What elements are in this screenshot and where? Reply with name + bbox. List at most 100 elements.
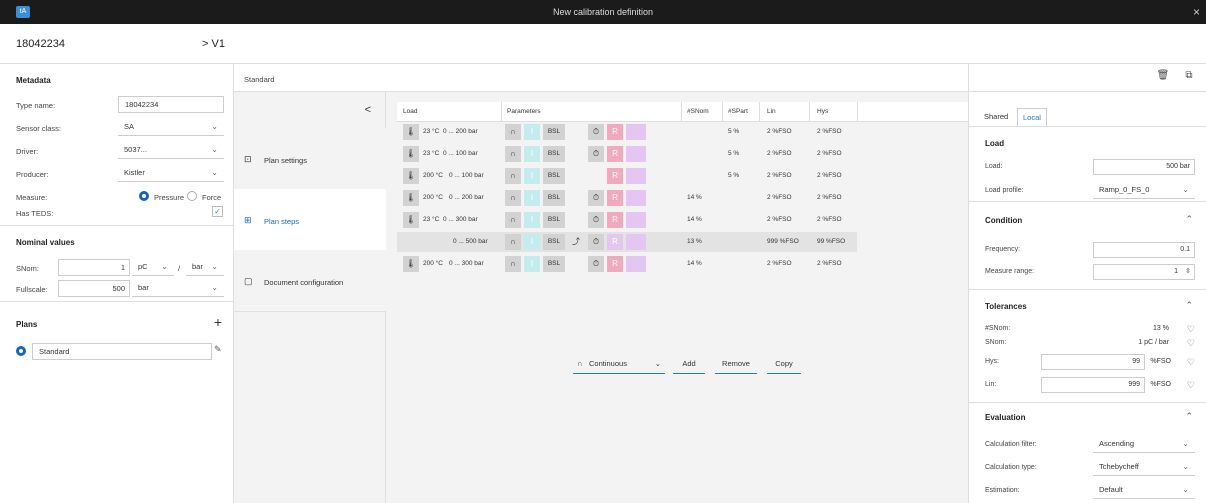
- heart-icon[interactable]: ♡: [1187, 324, 1195, 335]
- edit-pencil-icon[interactable]: ✎: [214, 344, 222, 355]
- r-tile[interactable]: R: [607, 256, 623, 272]
- bsl-tile[interactable]: BSL: [543, 146, 565, 162]
- producer-select[interactable]: Kistler ⌄: [118, 165, 224, 182]
- timer-icon[interactable]: ⏱: [588, 212, 604, 228]
- bsl-tile[interactable]: BSL: [543, 168, 565, 184]
- purple-tile[interactable]: [626, 212, 646, 228]
- i-tile[interactable]: I: [524, 212, 540, 228]
- sensor-class-select[interactable]: SA ⌄: [118, 119, 224, 136]
- fullscale-unit-select[interactable]: bar ⌄: [132, 280, 224, 297]
- version-link[interactable]: > V1: [202, 38, 225, 50]
- i-tile[interactable]: I: [524, 256, 540, 272]
- r-tile[interactable]: R: [607, 190, 623, 206]
- tab-shared[interactable]: Shared: [979, 108, 1013, 126]
- driver-select[interactable]: 5037... ⌄: [118, 142, 224, 159]
- purple-tile[interactable]: [626, 124, 646, 140]
- i-tile[interactable]: I: [524, 168, 540, 184]
- ramp-icon[interactable]: ∩: [505, 124, 521, 140]
- mode-select[interactable]: ∩ Continuous ⌄: [573, 356, 665, 374]
- remove-button[interactable]: Remove: [715, 356, 757, 374]
- timer-icon[interactable]: ⏱: [588, 124, 604, 140]
- heart-icon[interactable]: ♡: [1187, 380, 1195, 391]
- table-row[interactable]: 🌡 200 °C 0 ... 100 bar ∩ I BSL R 5 % 2 %FSO 2 %FS…: [397, 166, 857, 186]
- ramp-icon[interactable]: ∩: [505, 212, 521, 228]
- r-tile[interactable]: R: [607, 212, 623, 228]
- table-row[interactable]: 0 ... 500 bar ∩ I BSL ⤴ ⏱ R 13 % 999 %FSO 99 %FSO: [397, 232, 857, 252]
- ramp-icon[interactable]: ∩: [505, 190, 521, 206]
- delete-icon[interactable]: 🗑: [1155, 70, 1171, 86]
- r-tile[interactable]: R: [607, 124, 623, 140]
- bsl-tile[interactable]: BSL: [543, 124, 565, 140]
- timer-icon[interactable]: ⏱: [588, 190, 604, 206]
- filter-select[interactable]: Ascending ⌄: [1093, 436, 1195, 453]
- collapse-icon[interactable]: <: [365, 104, 371, 116]
- purple-tile[interactable]: [626, 190, 646, 206]
- add-plan-icon[interactable]: +: [214, 314, 222, 330]
- frequency-input[interactable]: 0.1: [1093, 242, 1195, 258]
- nav-document-config[interactable]: ▢ Document configuration: [234, 250, 386, 312]
- bsl-tile[interactable]: BSL: [543, 212, 565, 228]
- timer-icon[interactable]: ⏱: [588, 234, 604, 250]
- i-tile[interactable]: I: [524, 146, 540, 162]
- table-row[interactable]: 🌡 23 °C 0 ... 300 bar ∩ I BSL ⏱ R 14 % 2 %FSO 2 %F…: [397, 210, 857, 230]
- snom-input[interactable]: 1: [58, 259, 130, 276]
- chevron-up-icon[interactable]: ⌃: [1185, 411, 1193, 422]
- nav-plan-settings[interactable]: ⊡ Plan settings: [234, 128, 386, 190]
- i-tile[interactable]: I: [524, 234, 540, 250]
- snom-unit2-select[interactable]: bar ⌄: [186, 259, 224, 276]
- plan-name-input[interactable]: Standard: [32, 343, 212, 360]
- purple-tile[interactable]: [626, 168, 646, 184]
- table-row[interactable]: 🌡 200 °C 0 ... 200 bar ∩ I BSL ⏱ R 14 % 2 %FSO 2 %…: [397, 188, 857, 208]
- plan-radio[interactable]: [16, 346, 26, 356]
- purple-tile[interactable]: [626, 146, 646, 162]
- r-tile[interactable]: R: [607, 168, 623, 184]
- timer-icon[interactable]: ⏱: [588, 146, 604, 162]
- r-tile[interactable]: R: [607, 234, 623, 250]
- tab-local[interactable]: Local: [1017, 108, 1047, 126]
- ramp-icon[interactable]: ∩: [505, 168, 521, 184]
- chevron-up-icon[interactable]: ⌃: [1185, 300, 1193, 311]
- table-row[interactable]: 🌡 23 °C 0 ... 100 bar ∩ I BSL ⏱ R 5 % 2 %FSO 2 %FS…: [397, 144, 857, 164]
- profile-select[interactable]: Ramp_0_FS_0 ⌄: [1093, 182, 1195, 199]
- fullscale-input[interactable]: 500: [58, 280, 130, 297]
- curve-icon[interactable]: ⤴: [568, 234, 584, 250]
- purple-tile[interactable]: [626, 256, 646, 272]
- row-temp: 200 °C: [423, 172, 443, 179]
- bsl-tile[interactable]: BSL: [543, 256, 565, 272]
- close-icon[interactable]: ×: [1193, 5, 1200, 19]
- nav-plan-steps[interactable]: ⊞ Plan steps: [234, 189, 386, 251]
- teds-checkbox[interactable]: ✓: [212, 206, 223, 217]
- thermometer-icon: 🌡: [403, 146, 419, 162]
- row-temp: 200 °C: [423, 260, 443, 267]
- load-input[interactable]: 500 bar: [1093, 159, 1195, 175]
- purple-tile[interactable]: [626, 234, 646, 250]
- r-tile[interactable]: R: [607, 146, 623, 162]
- i-tile[interactable]: I: [524, 124, 540, 140]
- force-radio[interactable]: [187, 191, 197, 201]
- table-row[interactable]: 🌡 200 °C 0 ... 300 bar ∩ I BSL ⏱ R 14 % 2 %FSO 2 %…: [397, 254, 857, 274]
- ramp-icon[interactable]: ∩: [505, 146, 521, 162]
- ramp-icon[interactable]: ∩: [505, 256, 521, 272]
- estimation-select[interactable]: Default ⌄: [1093, 482, 1195, 499]
- snom-unit1-select[interactable]: pC ⌄: [132, 259, 174, 276]
- i-tile[interactable]: I: [524, 190, 540, 206]
- t-hys-input[interactable]: 99: [1041, 354, 1145, 370]
- measure-range-input[interactable]: 1 ⇳: [1093, 264, 1195, 280]
- table-row[interactable]: 🌡 23 °C 0 ... 200 bar ∩ I BSL ⏱ R 5 % 2 %FSO 2 %FS…: [397, 122, 857, 142]
- pressure-radio[interactable]: [139, 191, 149, 201]
- add-button[interactable]: Add: [673, 356, 705, 374]
- chevron-up-icon[interactable]: ⌃: [1185, 214, 1193, 225]
- calc-type-select[interactable]: Tchebycheff ⌄: [1093, 459, 1195, 476]
- t-lin-input[interactable]: 999: [1041, 377, 1145, 393]
- timer-icon[interactable]: ⏱: [588, 256, 604, 272]
- bsl-tile[interactable]: BSL: [543, 234, 565, 250]
- copy-icon[interactable]: ⧉: [1181, 70, 1197, 86]
- heart-icon[interactable]: ♡: [1187, 338, 1195, 349]
- copy-button[interactable]: Copy: [767, 356, 801, 374]
- stepper-icon[interactable]: ⇳: [1185, 265, 1191, 279]
- bsl-tile[interactable]: BSL: [543, 190, 565, 206]
- nav-document-config-label: Document configuration: [264, 278, 344, 287]
- heart-icon[interactable]: ♡: [1187, 357, 1195, 368]
- type-name-input[interactable]: 18042234: [118, 96, 224, 113]
- ramp-icon[interactable]: ∩: [505, 234, 521, 250]
